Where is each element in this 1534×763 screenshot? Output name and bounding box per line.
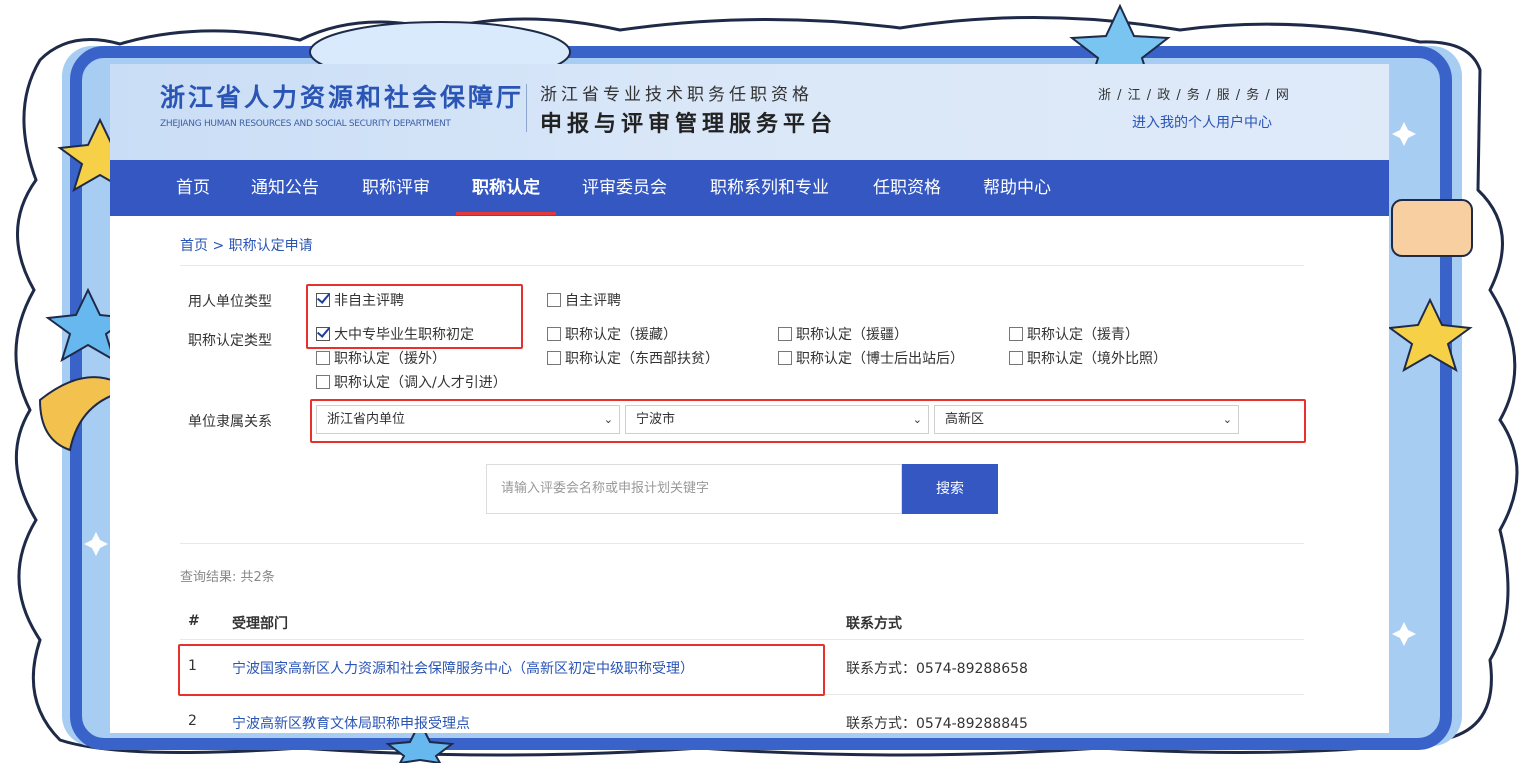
- employer-type-label: 用人单位类型: [188, 294, 272, 310]
- header-divider: [526, 84, 527, 132]
- page-panel: 浙江省人力资源和社会保障厅 ZHEJIANG HUMAN RESOURCES A…: [110, 64, 1389, 733]
- search-button[interactable]: 搜索: [902, 464, 998, 514]
- nav-item-help[interactable]: 帮助中心: [983, 160, 1051, 216]
- cert-type-label: 职称认定类型: [188, 333, 272, 349]
- user-center-link[interactable]: 进入我的个人用户中心: [1132, 112, 1272, 132]
- checkbox-talent-transfer[interactable]: 职称认定（调入/人才引进）: [316, 374, 507, 392]
- checkbox-poverty-alleviation[interactable]: 职称认定（东西部扶贫）: [547, 350, 719, 368]
- logo-title: 浙江省人力资源和社会保障厅: [160, 83, 525, 112]
- checkbox-label: 职称认定（援藏）: [565, 327, 677, 343]
- checkbox-label: 职称认定（博士后出站后）: [796, 351, 964, 367]
- checkbox-icon[interactable]: [778, 327, 792, 341]
- nav-item-notices[interactable]: 通知公告: [251, 160, 319, 216]
- checkbox-icon[interactable]: [547, 327, 561, 341]
- checkbox-label: 职称认定（援疆）: [796, 327, 908, 343]
- checkbox-icon[interactable]: [547, 293, 561, 307]
- checkbox-qinghai[interactable]: 职称认定（援青）: [1009, 326, 1139, 344]
- platform-subtitle: 浙江省专业技术职务任职资格: [540, 85, 813, 105]
- main-nav: 首页 通知公告 职称评审 职称认定 评审委员会 职称系列和专业 任职资格 帮助中…: [110, 160, 1389, 216]
- checkbox-icon[interactable]: [1009, 327, 1023, 341]
- checkbox-icon[interactable]: [1009, 351, 1023, 365]
- highlight-box-result-row: [178, 644, 825, 696]
- gov-service-link[interactable]: 浙 / 江 / 政 / 务 / 服 / 务 / 网: [1098, 84, 1290, 103]
- column-header-index: #: [188, 613, 200, 629]
- checkbox-icon[interactable]: [778, 351, 792, 365]
- checkbox-label: 职称认定（东西部扶贫）: [565, 351, 719, 367]
- contact-info: 联系方式：0574-89288845: [846, 716, 1028, 732]
- department-link[interactable]: 宁波高新区教育文体局职称申报受理点: [232, 713, 470, 733]
- breadcrumb[interactable]: 首页 > 职称认定申请: [180, 235, 313, 255]
- logo-subtitle-en: ZHEJIANG HUMAN RESOURCES AND SOCIAL SECU…: [160, 119, 451, 129]
- table-divider: [180, 639, 1304, 640]
- highlight-box-affiliation: [310, 399, 1306, 443]
- nav-item-title-certification[interactable]: 职称认定: [472, 160, 540, 216]
- checkbox-label: 职称认定（境外比照）: [1027, 351, 1167, 367]
- checkbox-xinjiang[interactable]: 职称认定（援疆）: [778, 326, 908, 344]
- nav-item-qualifications[interactable]: 任职资格: [873, 160, 941, 216]
- platform-title: 申报与评审管理服务平台: [540, 112, 838, 137]
- checkbox-icon[interactable]: [316, 351, 330, 365]
- contact-info: 联系方式：0574-89288658: [846, 661, 1028, 677]
- column-header-department: 受理部门: [232, 616, 288, 632]
- checkbox-postdoc[interactable]: 职称认定（博士后出站后）: [778, 350, 964, 368]
- highlight-box-checkboxes: [306, 284, 523, 349]
- divider: [180, 265, 1304, 266]
- checkbox-overseas[interactable]: 职称认定（境外比照）: [1009, 350, 1167, 368]
- divider: [180, 543, 1304, 544]
- nav-item-home[interactable]: 首页: [176, 160, 210, 216]
- checkbox-icon[interactable]: [316, 375, 330, 389]
- checkbox-foreign-aid[interactable]: 职称认定（援外）: [316, 350, 446, 368]
- column-header-contact: 联系方式: [846, 616, 902, 632]
- active-nav-indicator: [456, 212, 556, 215]
- nav-item-committee[interactable]: 评审委员会: [582, 160, 667, 216]
- checkbox-label: 职称认定（援青）: [1027, 327, 1139, 343]
- checkbox-label: 职称认定（援外）: [334, 351, 446, 367]
- checkbox-tibet[interactable]: 职称认定（援藏）: [547, 326, 677, 344]
- row-index: 2: [188, 713, 197, 729]
- result-count: 查询结果: 共2条: [180, 570, 275, 585]
- site-header: 浙江省人力资源和社会保障厅 ZHEJIANG HUMAN RESOURCES A…: [110, 64, 1389, 160]
- nav-item-series[interactable]: 职称系列和专业: [710, 160, 829, 216]
- checkbox-icon[interactable]: [547, 351, 561, 365]
- checkbox-label: 职称认定（调入/人才引进）: [334, 375, 507, 391]
- checkbox-label: 自主评聘: [565, 293, 621, 309]
- nav-item-title-review[interactable]: 职称评审: [362, 160, 430, 216]
- checkbox-autonomous[interactable]: 自主评聘: [547, 292, 621, 310]
- affiliation-label: 单位隶属关系: [188, 414, 272, 430]
- search-input[interactable]: 请输入评委会名称或申报计划关键字: [486, 464, 902, 514]
